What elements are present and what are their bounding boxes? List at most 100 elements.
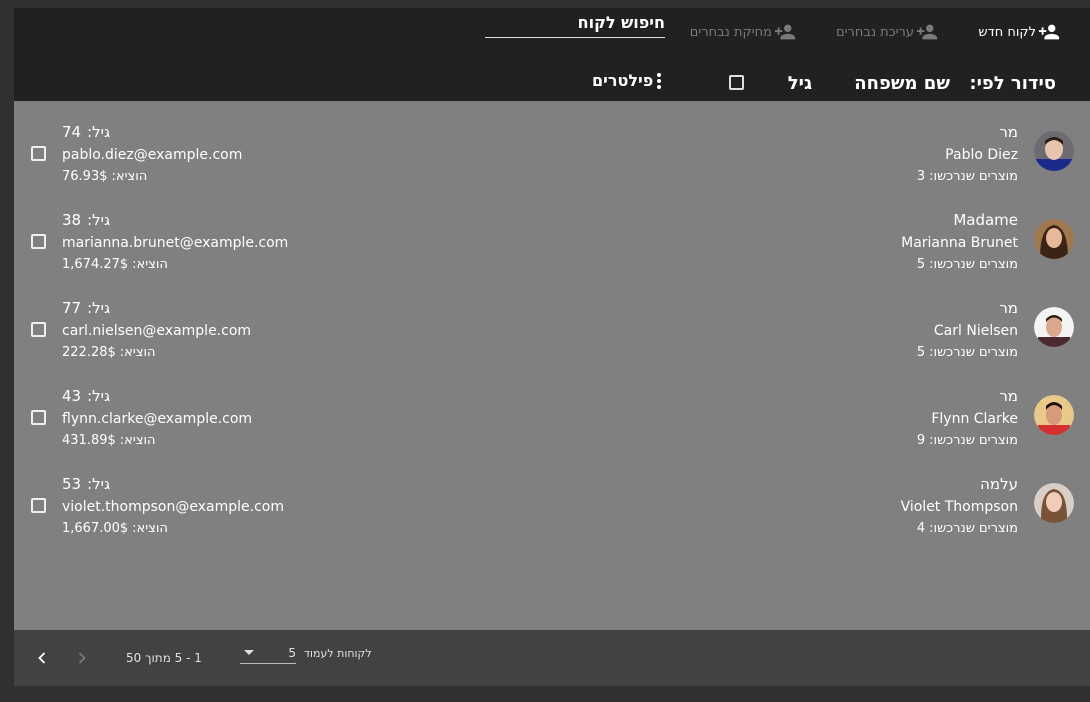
spent-label: הוציא: (132, 257, 168, 272)
spent-label: הוציא: (111, 169, 148, 184)
avatar (1034, 131, 1074, 171)
spent-label: הוציא: (119, 345, 156, 360)
spent-value: 431.89$ (62, 433, 116, 448)
customer-purchases: מוצרים שנרכשו: 4 (917, 521, 1018, 536)
delete-selected-button[interactable]: מחיקת נבחרים (690, 21, 796, 43)
customer-spent: הוציא: 76.93$ (62, 169, 147, 184)
purchases-count: 5 (916, 257, 926, 272)
more-vert-icon (657, 72, 662, 89)
search-field (485, 8, 665, 38)
list-item[interactable]: מר Pablo Diez מוצרים שנרכשו: 3 גיל: 74 pab… (14, 101, 1090, 189)
age-label: גיל: (87, 299, 111, 317)
customer-email: marianna.brunet@example.com (62, 235, 289, 251)
purchases-label: מוצרים שנרכשו: (929, 257, 1018, 272)
per-page-select[interactable]: 5 (240, 644, 296, 664)
age-label: גיל: (87, 387, 111, 405)
customer-age: גיל: 53 (62, 475, 110, 493)
customer-title: Madame (953, 211, 1018, 229)
customer-age: גיל: 38 (62, 211, 110, 229)
sort-age-button[interactable]: גיל (788, 73, 812, 94)
customer-name: Violet Thompson (900, 499, 1018, 515)
purchases-label: מוצרים שנרכשו: (929, 521, 1018, 536)
toolbar: לקוח חדש עריכת נבחרים מחיקת נבחרים סידור… (14, 8, 1090, 101)
customer-spent: הוציא: 431.89$ (62, 433, 156, 448)
customer-email: pablo.diez@example.com (62, 147, 243, 163)
edit-selected-button[interactable]: עריכת נבחרים (836, 21, 938, 43)
spent-value: 76.93$ (62, 169, 108, 184)
customer-list: מר Pablo Diez מוצרים שנרכשו: 3 גיל: 74 pab… (14, 101, 1090, 630)
new-customer-label: לקוח חדש (978, 24, 1036, 40)
row-checkbox[interactable] (31, 146, 46, 161)
customer-purchases: מוצרים שנרכשו: 3 (917, 169, 1018, 184)
list-item[interactable]: Madame Marianna Brunet מוצרים שנרכשו: 5 ג… (14, 189, 1090, 277)
age-label: גיל: (87, 475, 111, 493)
spent-value: 222.28$ (62, 345, 116, 360)
customer-purchases: מוצרים שנרכשו: 9 (917, 433, 1018, 448)
customer-email: flynn.clarke@example.com (62, 411, 253, 427)
customer-title: עלמה (980, 475, 1018, 493)
window-left-strip (0, 8, 14, 686)
customer-title: מר (999, 387, 1018, 405)
avatar (1034, 219, 1074, 259)
list-item[interactable]: מר Carl Nielsen מוצרים שנרכשו: 5 גיל: 77 c… (14, 277, 1090, 365)
customer-spent: הוציא: 1,667.00$ (62, 521, 168, 536)
select-all-checkbox[interactable] (729, 75, 744, 90)
customer-age: גיל: 77 (62, 299, 110, 317)
dropdown-arrow-icon (244, 650, 254, 655)
customer-email: carl.nielsen@example.com (62, 323, 252, 339)
spent-label: הוציא: (132, 521, 168, 536)
row-checkbox[interactable] (31, 234, 46, 249)
avatar (1034, 307, 1074, 347)
purchases-label: מוצרים שנרכשו: (929, 433, 1018, 448)
sort-by-label: סידור לפי: (969, 73, 1056, 94)
purchases-label: מוצרים שנרכשו: (929, 169, 1018, 184)
purchases-count: 5 (916, 345, 926, 360)
age-value: 74 (62, 123, 82, 141)
pagination-bar: לקוחות לעמוד 5 1 - 5 מתוך 50 (14, 630, 1090, 686)
chevron-left-icon[interactable] (32, 647, 52, 669)
customer-title: מר (999, 123, 1018, 141)
sort-last-name-button[interactable]: שם משפחה (854, 73, 950, 94)
customer-name: Pablo Diez (945, 147, 1018, 163)
customer-purchases: מוצרים שנרכשו: 5 (917, 345, 1018, 360)
filters-button[interactable]: פילטרים (592, 71, 662, 90)
spent-value: 1,674.27$ (62, 257, 129, 272)
age-label: גיל: (87, 211, 111, 229)
customer-spent: הוציא: 1,674.27$ (62, 257, 168, 272)
window-bottom-strip (0, 686, 1090, 702)
row-checkbox[interactable] (31, 322, 46, 337)
person-add-icon (1038, 24, 1060, 40)
customer-purchases: מוצרים שנרכשו: 5 (917, 257, 1018, 272)
per-page-label: לקוחות לעמוד (304, 647, 372, 660)
chevron-right-icon[interactable] (72, 647, 92, 669)
person-add-icon (774, 24, 796, 40)
row-checkbox[interactable] (31, 410, 46, 425)
customer-age: גיל: 74 (62, 123, 110, 141)
list-item[interactable]: עלמה Violet Thompson מוצרים שנרכשו: 4 גיל… (14, 453, 1090, 541)
avatar (1034, 483, 1074, 523)
purchases-count: 3 (916, 169, 926, 184)
avatar (1034, 395, 1074, 435)
age-value: 38 (62, 211, 82, 229)
search-input[interactable] (485, 8, 665, 37)
per-page-value: 5 (288, 646, 296, 660)
row-checkbox[interactable] (31, 498, 46, 513)
purchases-count: 9 (916, 433, 926, 448)
page-range: 1 - 5 מתוך 50 (126, 651, 202, 665)
age-label: גיל: (87, 123, 111, 141)
purchases-count: 4 (916, 521, 926, 536)
customer-email: violet.thompson@example.com (62, 499, 284, 515)
customer-name: Marianna Brunet (901, 235, 1018, 251)
spent-label: הוציא: (119, 433, 156, 448)
edit-selected-label: עריכת נבחרים (835, 24, 914, 40)
new-customer-button[interactable]: לקוח חדש (978, 21, 1060, 43)
window-top-strip (0, 0, 1090, 8)
person-add-icon (916, 24, 938, 40)
age-value: 77 (62, 299, 82, 317)
filters-label: פילטרים (592, 71, 654, 90)
purchases-label: מוצרים שנרכשו: (929, 345, 1018, 360)
list-item[interactable]: מר Flynn Clarke מוצרים שנרכשו: 9 גיל: 43 f… (14, 365, 1090, 453)
customer-age: גיל: 43 (62, 387, 110, 405)
age-value: 53 (62, 475, 82, 493)
delete-selected-label: מחיקת נבחרים (689, 24, 772, 40)
